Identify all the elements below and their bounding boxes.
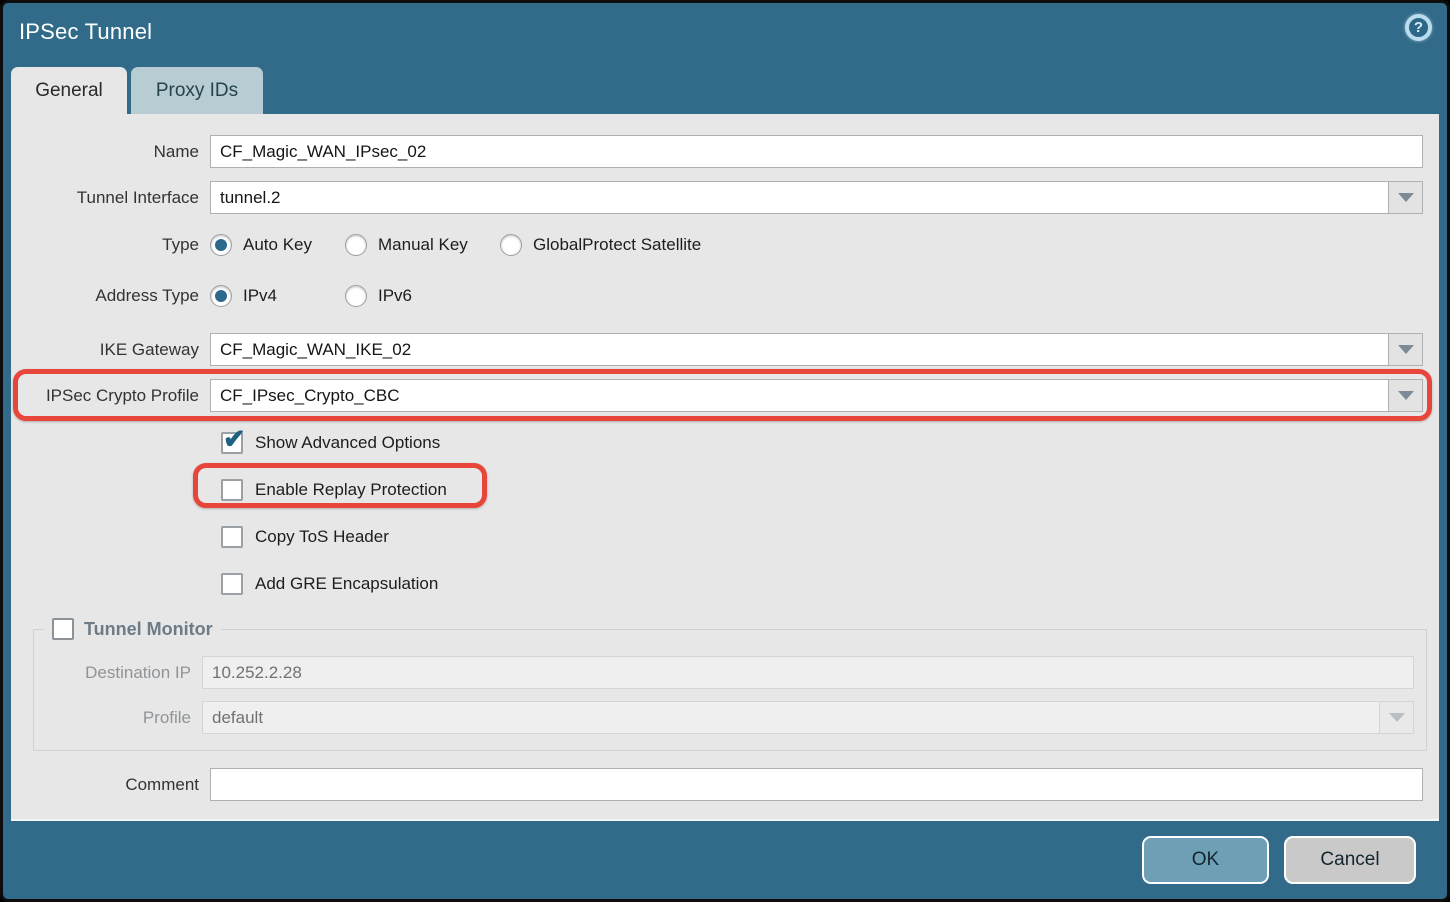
enable-replay-protection-row: Enable Replay Protection xyxy=(221,477,1439,503)
name-label: Name xyxy=(11,142,210,162)
tab-proxy-ids[interactable]: Proxy IDs xyxy=(131,67,263,114)
dialog-title: IPSec Tunnel xyxy=(19,19,152,45)
type-row: Type Auto Key Manual Key GlobalProtect S… xyxy=(11,232,1423,258)
tunnel-interface-label: Tunnel Interface xyxy=(11,188,210,208)
profile-dropdown-button xyxy=(1380,701,1414,734)
add-gre-encapsulation-row: Add GRE Encapsulation xyxy=(221,571,1439,597)
profile-label: Profile xyxy=(34,708,202,728)
ipsec-crypto-profile-input[interactable] xyxy=(210,379,1389,412)
radio-auto-key[interactable]: Auto Key xyxy=(210,234,345,256)
radio-button-icon[interactable] xyxy=(345,234,367,256)
address-type-radio-group: IPv4 IPv6 xyxy=(210,285,412,307)
general-tab-panel: Name Tunnel Interface Type Auto Key xyxy=(11,114,1439,821)
copy-tos-header-row: Copy ToS Header xyxy=(221,524,1439,550)
radio-ipv6[interactable]: IPv6 xyxy=(345,285,412,307)
tunnel-monitor-legend: Tunnel Monitor xyxy=(44,618,221,640)
radio-manual-key[interactable]: Manual Key xyxy=(345,234,500,256)
ike-gateway-label: IKE Gateway xyxy=(11,340,210,360)
tunnel-interface-input[interactable] xyxy=(210,181,1389,214)
copy-tos-header-checkbox[interactable] xyxy=(221,526,243,548)
tunnel-monitor-fieldset: Tunnel Monitor Destination IP Profile xyxy=(33,618,1427,751)
radio-button-icon[interactable] xyxy=(500,234,522,256)
ok-button[interactable]: OK xyxy=(1142,836,1269,884)
radio-button-icon[interactable] xyxy=(210,285,232,307)
add-gre-encapsulation-checkbox[interactable] xyxy=(221,573,243,595)
ipsec-tunnel-dialog: IPSec Tunnel ? General Proxy IDs Name Tu… xyxy=(0,0,1450,902)
profile-input xyxy=(202,701,1380,734)
ike-gateway-input[interactable] xyxy=(210,333,1389,366)
cancel-button[interactable]: Cancel xyxy=(1284,836,1416,884)
ike-gateway-dropdown-button[interactable] xyxy=(1389,333,1423,366)
show-advanced-options-row: Show Advanced Options xyxy=(221,430,1439,456)
type-label: Type xyxy=(11,235,210,255)
help-icon[interactable]: ? xyxy=(1405,14,1432,41)
tunnel-monitor-checkbox[interactable] xyxy=(52,618,74,640)
radio-globalprotect-satellite[interactable]: GlobalProtect Satellite xyxy=(500,234,701,256)
name-input[interactable] xyxy=(210,135,1423,168)
dialog-footer: OK Cancel xyxy=(3,821,1447,899)
tab-general[interactable]: General xyxy=(11,67,127,114)
radio-ipv4[interactable]: IPv4 xyxy=(210,285,345,307)
tunnel-monitor-label: Tunnel Monitor xyxy=(84,619,213,640)
ike-gateway-row: IKE Gateway xyxy=(11,333,1423,366)
name-row: Name xyxy=(11,135,1423,168)
enable-replay-protection-checkbox[interactable] xyxy=(221,479,243,501)
profile-row: Profile xyxy=(34,701,1414,734)
show-advanced-options-checkbox[interactable] xyxy=(221,432,243,454)
type-radio-group: Auto Key Manual Key GlobalProtect Satell… xyxy=(210,234,701,256)
tab-bar: General Proxy IDs xyxy=(3,67,1447,114)
comment-label: Comment xyxy=(11,775,210,795)
ipsec-crypto-profile-label: IPSec Crypto Profile xyxy=(11,386,210,406)
destination-ip-input xyxy=(202,656,1414,689)
comment-input[interactable] xyxy=(210,768,1423,801)
radio-button-icon[interactable] xyxy=(210,234,232,256)
comment-row: Comment xyxy=(11,768,1423,801)
ipsec-crypto-profile-dropdown-button[interactable] xyxy=(1389,379,1423,412)
radio-button-icon[interactable] xyxy=(345,285,367,307)
tunnel-interface-row: Tunnel Interface xyxy=(11,181,1423,214)
address-type-row: Address Type IPv4 IPv6 xyxy=(11,283,1423,309)
dialog-titlebar: IPSec Tunnel ? xyxy=(3,3,1447,67)
destination-ip-label: Destination IP xyxy=(34,663,202,683)
ipsec-crypto-profile-row: IPSec Crypto Profile xyxy=(11,379,1423,412)
destination-ip-row: Destination IP xyxy=(34,656,1414,689)
address-type-label: Address Type xyxy=(11,286,210,306)
tunnel-interface-dropdown-button[interactable] xyxy=(1389,181,1423,214)
